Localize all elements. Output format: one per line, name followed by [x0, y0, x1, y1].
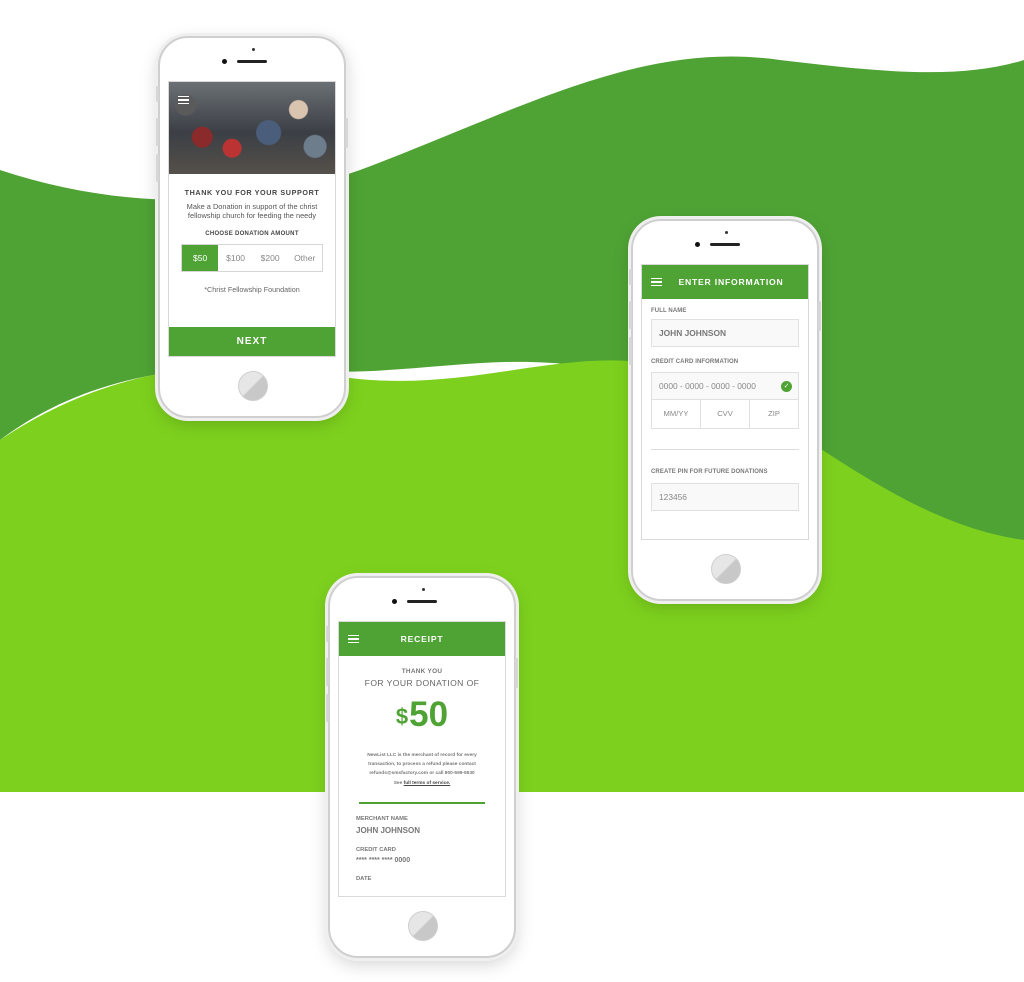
- sensor-dot: [725, 231, 728, 234]
- pin-input[interactable]: 123456: [651, 483, 799, 511]
- amount-selector: $50 $100 $200 Other: [181, 244, 323, 272]
- thank-you-text: THANK YOU: [401, 668, 443, 675]
- card-info-label: CREDIT CARD INFORMATION: [651, 359, 739, 365]
- earpiece-speaker: [710, 243, 740, 246]
- card-number-input[interactable]: 0000 - 0000 - 0000 - 0000 ✓: [651, 372, 799, 400]
- screen: THANK YOU FOR YOUR SUPPORT Make a Donati…: [168, 81, 336, 357]
- page-title: RECEIPT: [400, 634, 444, 644]
- foundation-note: *Christ Fellowship Foundation: [204, 285, 300, 294]
- pin-label: CREATE PIN FOR FUTURE DONATIONS: [651, 469, 768, 475]
- check-circle-icon: ✓: [781, 381, 792, 392]
- front-camera: [222, 59, 227, 64]
- amount-value: 50: [409, 695, 449, 734]
- donation-of-text: FOR YOUR DONATION OF: [364, 678, 480, 688]
- home-button[interactable]: [238, 371, 268, 401]
- front-camera: [695, 242, 700, 247]
- credit-card-value: **** **** **** 0000: [356, 856, 411, 864]
- terms-link[interactable]: full terms of service.: [404, 781, 451, 786]
- screen: ENTER INFORMATION FULL NAME JOHN JOHNSON…: [641, 264, 809, 540]
- hero-photo: [169, 82, 335, 174]
- amount-option-100[interactable]: $100: [218, 245, 253, 271]
- header-bar: RECEIPT: [339, 622, 505, 656]
- cvv-input[interactable]: CVV: [701, 400, 750, 428]
- front-camera: [392, 599, 397, 604]
- zip-input[interactable]: ZIP: [750, 400, 798, 428]
- merchant-value: JOHN JOHNSON: [356, 825, 421, 835]
- divider: [359, 801, 485, 804]
- card-details-row: MM/YY CVV ZIP: [651, 400, 799, 429]
- amount-option-200[interactable]: $200: [253, 245, 288, 271]
- divider: [651, 449, 799, 450]
- earpiece-speaker: [237, 60, 267, 63]
- merchant-label: MERCHANT NAME: [356, 815, 408, 822]
- screen: RECEIPT THANK YOU FOR YOUR DONATION OF $…: [338, 621, 506, 897]
- amount-option-50[interactable]: $50: [182, 245, 219, 271]
- phone-enter-information: ENTER INFORMATION FULL NAME JOHN JOHNSON…: [629, 219, 821, 601]
- donation-description: Make a Donation in support of the christ…: [186, 202, 318, 220]
- earpiece-speaker: [407, 600, 437, 603]
- fine-print: NewList LLC is the merchant of record fo…: [359, 751, 485, 788]
- donation-amount: $50: [339, 697, 505, 733]
- full-name-input[interactable]: JOHN JOHNSON: [651, 319, 799, 347]
- expiry-input[interactable]: MM/YY: [652, 400, 701, 428]
- page-title: ENTER INFORMATION: [678, 277, 784, 287]
- next-button[interactable]: NEXT: [169, 327, 335, 356]
- date-label: DATE: [356, 875, 372, 882]
- amount-option-other[interactable]: Other: [287, 245, 322, 271]
- home-button[interactable]: [711, 554, 741, 584]
- phone-receipt: RECEIPT THANK YOU FOR YOUR DONATION OF $…: [326, 576, 518, 958]
- sensor-dot: [422, 588, 425, 591]
- choose-amount-label: CHOOSE DONATION AMOUNT: [205, 231, 299, 237]
- fine-print-text: NewList LLC is the merchant of record fo…: [367, 753, 477, 777]
- fine-print-see: See: [393, 780, 403, 786]
- full-name-label: FULL NAME: [651, 308, 687, 314]
- currency-symbol: $: [395, 704, 409, 729]
- hamburger-icon[interactable]: [178, 96, 189, 105]
- page-title: THANK YOU FOR YOUR SUPPORT: [184, 188, 320, 197]
- credit-card-label: CREDIT CARD: [356, 846, 396, 853]
- phone-donation-amount: THANK YOU FOR YOUR SUPPORT Make a Donati…: [156, 36, 348, 418]
- header-bar: ENTER INFORMATION: [642, 265, 808, 299]
- home-button[interactable]: [408, 911, 438, 941]
- card-number-placeholder: 0000 - 0000 - 0000 - 0000: [659, 381, 756, 391]
- sensor-dot: [252, 48, 255, 51]
